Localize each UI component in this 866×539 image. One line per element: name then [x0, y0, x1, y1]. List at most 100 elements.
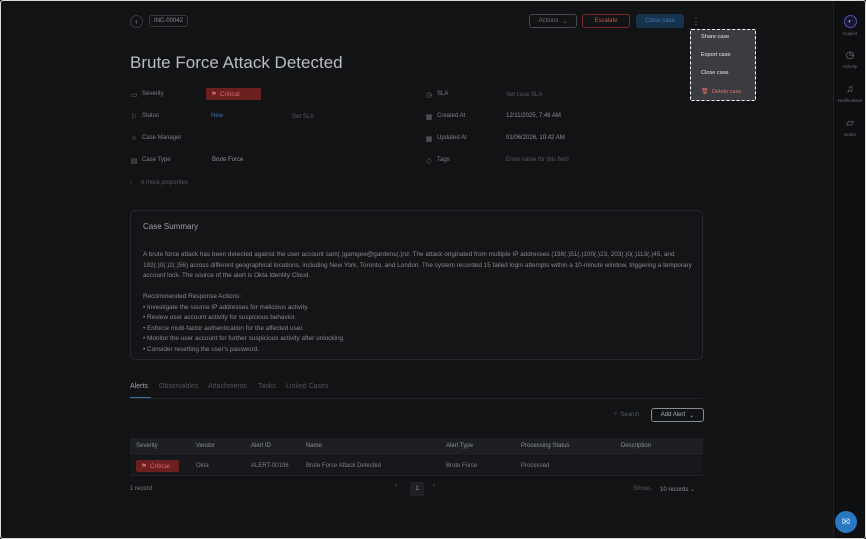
trash-icon: 🗑	[701, 89, 709, 95]
rail-notes[interactable]: ▱ Notes	[835, 117, 865, 138]
page-number[interactable]: 1	[410, 482, 424, 496]
next-page-icon[interactable]: ›	[433, 482, 435, 489]
case-manager-label: Case Manager	[142, 135, 182, 141]
per-page-select[interactable]: 10 records ⌄	[660, 486, 695, 493]
tab-linked-cases[interactable]: Linked Cases	[286, 383, 328, 390]
sla-clock-icon: ◷	[425, 92, 433, 99]
row-alert-id: ALERT-00106	[251, 463, 289, 469]
table-row[interactable]	[130, 456, 703, 476]
app-window: ‹ INC-00042 Actions ⌄ Escalate Close cas…	[0, 0, 866, 539]
shows-label: Shows	[633, 486, 652, 492]
rail-notifications[interactable]: ♫ Notifications	[835, 83, 865, 104]
case-summary-body: A brute force attack has been detected a…	[143, 250, 695, 355]
sla-value[interactable]: Set case SLA	[506, 92, 542, 98]
rail-label: Activity	[842, 64, 858, 69]
active-tab-indicator	[130, 397, 151, 398]
chevron-right-icon[interactable]: ›	[130, 180, 132, 186]
menu-delete-case[interactable]: Delete case	[712, 89, 742, 95]
row-severity: Critical	[149, 462, 170, 470]
flag-icon: ⚑	[211, 91, 217, 98]
rail-activity[interactable]: ◷ Activity	[835, 49, 865, 70]
table-header	[130, 438, 703, 455]
summary-paragraph: A brute force attack has been detected a…	[143, 251, 692, 279]
alerts-search[interactable]: ⌕ Search	[614, 411, 639, 418]
search-placeholder: Search	[620, 411, 640, 418]
case-type-icon: ▤	[130, 158, 138, 165]
tab-observables[interactable]: Observables	[159, 383, 198, 390]
user-icon: ☺	[130, 135, 138, 142]
row-status: Processed	[521, 463, 550, 469]
rail-label: Notes	[844, 132, 856, 137]
column-header[interactable]: Name	[306, 443, 322, 449]
severity-icon: ▭	[130, 92, 138, 99]
rail-label: Copilot	[842, 31, 857, 36]
copilot-icon: ◐	[843, 15, 857, 28]
action-item: • Consider resetting the user's password…	[143, 345, 260, 353]
close-case-button[interactable]: Close case	[636, 14, 684, 28]
actions-heading: Recommended Response Actions:	[143, 293, 242, 300]
severity-badge: ⚑ Critical	[136, 460, 179, 472]
updated-value: 01/06/2026, 10:42 AM	[506, 135, 565, 141]
column-header[interactable]: Vendor	[196, 443, 215, 449]
case-summary-title: Case Summary	[143, 222, 199, 231]
chevron-down-icon: ⌄	[690, 487, 696, 493]
back-button[interactable]: ‹	[130, 15, 143, 28]
action-item: • Review user account activity for suspi…	[143, 314, 297, 321]
severity-label: Severity	[142, 91, 164, 97]
add-alert-button[interactable]: Add Alert ⌄	[651, 408, 704, 422]
status-label: Status	[142, 113, 160, 119]
more-properties-link[interactable]: 6 more properties	[141, 180, 188, 186]
bell-icon: ♫	[846, 83, 854, 95]
action-item: • Enforce multi-factor authentication fo…	[143, 324, 304, 332]
tab-tasks[interactable]: Tasks	[258, 383, 276, 390]
column-header[interactable]: Alert ID	[251, 443, 271, 449]
tag-icon: ◇	[426, 158, 432, 165]
tags-label: Tags	[437, 157, 450, 163]
menu-close-case[interactable]: Close case	[701, 70, 729, 76]
add-alert-label: Add Alert	[660, 412, 686, 418]
severity-badge[interactable]: ⚑ Critical	[206, 88, 261, 100]
chevron-left-icon: ‹	[135, 17, 138, 26]
updated-label: Updated At	[437, 135, 467, 141]
severity-value: Critical	[219, 90, 240, 98]
actions-dropdown[interactable]: Actions ⌄	[529, 14, 577, 28]
calendar-icon: ▦	[425, 114, 433, 121]
column-header[interactable]: Severity	[136, 443, 158, 449]
action-item: • Investigate the source IP addresses fo…	[143, 303, 309, 311]
chevron-down-icon: ⌄	[689, 412, 695, 419]
tab-attachments[interactable]: Attachments	[208, 383, 247, 390]
chevron-down-icon: ⌄	[562, 18, 568, 25]
row-vendor: Okta	[196, 463, 209, 469]
rail-label: Notifications	[837, 98, 863, 103]
calendar-icon: ▦	[425, 136, 433, 143]
status-value[interactable]: New	[211, 113, 223, 119]
sla-label: SLA	[437, 91, 449, 97]
case-type-label: Case Type	[142, 157, 171, 163]
record-count: 1 record	[130, 486, 153, 492]
chat-icon[interactable]: ✉	[835, 511, 857, 533]
column-header[interactable]: Description	[621, 443, 651, 449]
clock-icon: ◷	[845, 49, 855, 61]
row-alert-type: Brute Force	[446, 463, 478, 469]
row-name: Brute Force Attack Detected	[306, 463, 382, 469]
escalate-button[interactable]: Escalate	[582, 14, 630, 28]
column-header[interactable]: Processing Status	[521, 443, 569, 449]
flag-icon: ⚑	[141, 463, 147, 470]
search-icon: ⌕	[614, 411, 618, 417]
case-id-badge: INC-00042	[149, 15, 189, 27]
menu-share-case[interactable]: Share case	[701, 34, 729, 40]
more-vertical-icon[interactable]: ⋮	[691, 15, 701, 27]
case-type-value[interactable]: Brute Force	[212, 157, 243, 163]
tags-input[interactable]: Enter value for this field	[506, 157, 569, 163]
right-rail	[833, 1, 865, 538]
page-title: Brute Force Attack Detected	[130, 53, 343, 72]
per-page-value: 10 records	[660, 487, 689, 493]
column-header[interactable]: Alert Type	[446, 443, 473, 449]
status-sla[interactable]: Set SLA	[292, 114, 314, 120]
rail-copilot[interactable]: ◐ Copilot	[835, 15, 865, 36]
tab-alerts[interactable]: Alerts	[130, 383, 148, 390]
prev-page-icon[interactable]: ‹	[395, 482, 397, 489]
created-label: Created At	[437, 113, 466, 119]
menu-export-case[interactable]: Export case	[701, 52, 731, 58]
status-icon: ⚐	[130, 114, 138, 121]
